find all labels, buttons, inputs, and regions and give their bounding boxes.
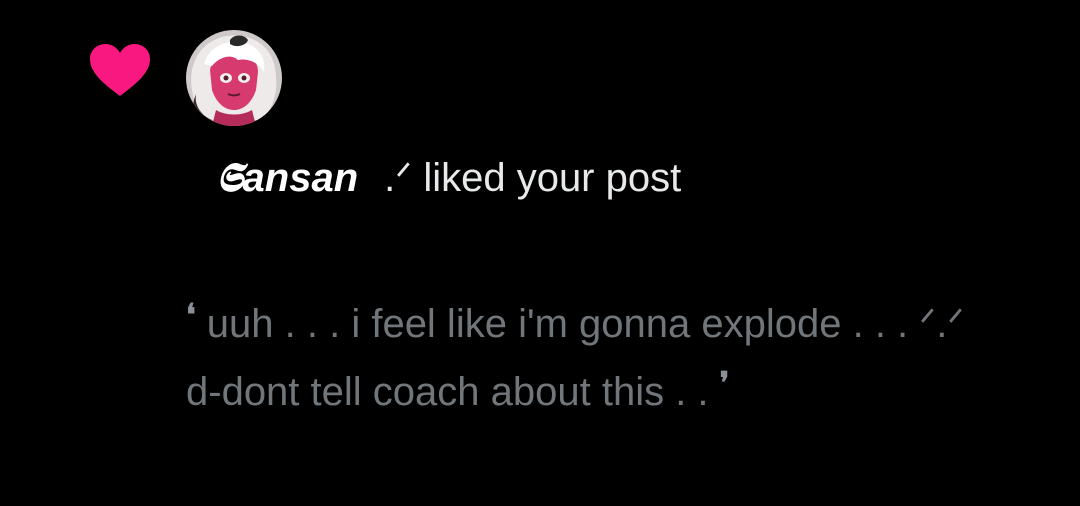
display-name: 𝕾ansan <box>216 156 359 200</box>
post-text-line-2: d-dont tell coach about this . . <box>186 370 709 414</box>
post-text-line-1: uuh . . . i feel like i'm gonna explode … <box>206 302 965 346</box>
post-preview-line-1: ❛ uuh . . . i feel like i'm gonna explod… <box>186 292 1066 360</box>
post-preview-line-2: d-dont tell coach about this . . ❜ <box>186 360 1066 428</box>
notification-text: 𝕾ansan .ᐟ liked your post <box>216 152 681 204</box>
post-preview[interactable]: ❛ uuh . . . i feel like i'm gonna explod… <box>186 292 1066 428</box>
like-notification[interactable]: 𝕾ansan .ᐟ liked your post ❛ uuh . . . i f… <box>0 0 1080 506</box>
action-text: liked your post <box>423 156 682 200</box>
open-quote-icon: ❛ <box>186 298 196 333</box>
close-quote-icon: ❜ <box>719 366 730 401</box>
heart-icon <box>90 44 150 96</box>
avatar[interactable] <box>186 30 282 126</box>
user-display-name[interactable]: 𝕾ansan <box>216 156 358 200</box>
name-suffix: .ᐟ <box>384 156 413 200</box>
